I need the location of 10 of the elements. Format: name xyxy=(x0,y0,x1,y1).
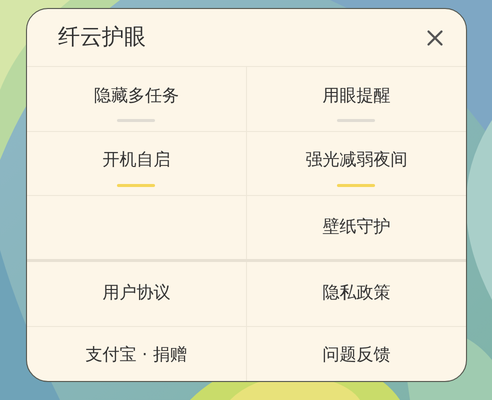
menu-link[interactable]: 支付宝 · 捐赠 xyxy=(86,343,187,369)
dialog-title: 纤云护眼 xyxy=(58,24,146,52)
menu-link[interactable]: 问题反馈 xyxy=(322,343,390,369)
toggle-option[interactable]: 开机自启 xyxy=(102,140,170,187)
menu-link[interactable]: 隐私政策 xyxy=(322,281,390,307)
menu-link[interactable]: 用户协议 xyxy=(102,281,170,307)
toggle-option[interactable]: 用眼提醒 xyxy=(322,76,390,122)
toggle-option[interactable]: 隐藏多任务 xyxy=(94,76,179,122)
toggle-option[interactable]: 强光减弱夜间 xyxy=(305,140,408,187)
menu-option[interactable]: 壁纸守护 xyxy=(322,214,390,240)
